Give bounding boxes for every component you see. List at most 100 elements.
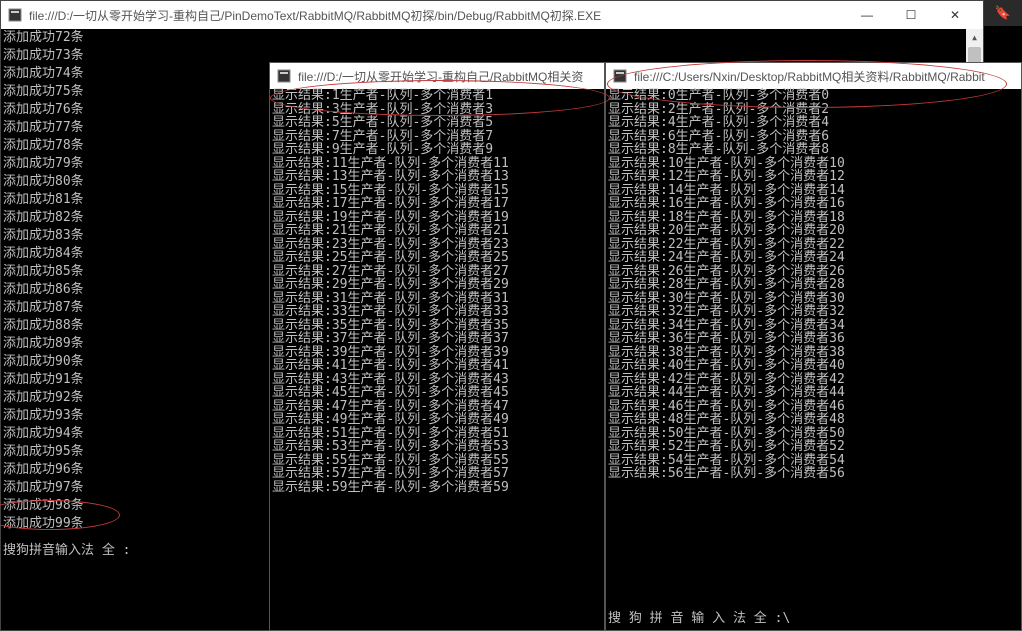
browser-side-toolbar: 🔖 [984, 0, 1022, 26]
console-line: 添加成功83条 [3, 227, 84, 245]
app-icon [612, 68, 628, 84]
console-line: 显示结果:35生产者-队列-多个消费者35 [272, 319, 509, 333]
console-line: 添加成功75条 [3, 83, 84, 101]
console-line: 显示结果:44生产者-队列-多个消费者44 [608, 386, 845, 400]
console-line: 显示结果:5生产者-队列-多个消费者5 [272, 116, 509, 130]
console-line: 显示结果:45生产者-队列-多个消费者45 [272, 386, 509, 400]
console-line: 添加成功99条 [3, 515, 84, 533]
console-line: 显示结果:13生产者-队列-多个消费者13 [272, 170, 509, 184]
console-line: 添加成功96条 [3, 461, 84, 479]
console-line: 显示结果:28生产者-队列-多个消费者28 [608, 278, 845, 292]
consumer-even-window: file:///C:/Users/Nxin/Desktop/RabbitMQ相关… [605, 62, 1022, 631]
console-line: 显示结果:0生产者-队列-多个消费者0 [608, 89, 845, 103]
console-line: 添加成功94条 [3, 425, 84, 443]
console-line: 添加成功90条 [3, 353, 84, 371]
console-line: 添加成功81条 [3, 191, 84, 209]
console-line: 显示结果:53生产者-队列-多个消费者53 [272, 440, 509, 454]
minimize-button[interactable]: — [845, 1, 889, 29]
console-line: 显示结果:41生产者-队列-多个消费者41 [272, 359, 509, 373]
console-line: 显示结果:38生产者-队列-多个消费者38 [608, 346, 845, 360]
console-line: 显示结果:37生产者-队列-多个消费者37 [272, 332, 509, 346]
console-line: 添加成功95条 [3, 443, 84, 461]
console-line: 显示结果:31生产者-队列-多个消费者31 [272, 292, 509, 306]
console-line: 显示结果:29生产者-队列-多个消费者29 [272, 278, 509, 292]
console-line: 添加成功77条 [3, 119, 84, 137]
console-line: 显示结果:16生产者-队列-多个消费者16 [608, 197, 845, 211]
producer-console-output: 添加成功72条添加成功73条添加成功74条添加成功75条添加成功76条添加成功7… [3, 29, 84, 533]
ime-status-left: 搜狗拼音输入法 全 : [3, 539, 130, 558]
console-line: 显示结果:32生产者-队列-多个消费者32 [608, 305, 845, 319]
console-line: 显示结果:46生产者-队列-多个消费者46 [608, 400, 845, 414]
console-line: 显示结果:14生产者-队列-多个消费者14 [608, 184, 845, 198]
console-line: 添加成功74条 [3, 65, 84, 83]
maximize-button[interactable]: ☐ [889, 1, 933, 29]
consumer-odd-titlebar[interactable]: file:///D:/一切从零开始学习-重构自己/RabbitMQ相关资 [270, 63, 604, 89]
console-line: 显示结果:39生产者-队列-多个消费者39 [272, 346, 509, 360]
console-line: 显示结果:48生产者-队列-多个消费者48 [608, 413, 845, 427]
console-line: 显示结果:3生产者-队列-多个消费者3 [272, 103, 509, 117]
console-line: 显示结果:23生产者-队列-多个消费者23 [272, 238, 509, 252]
console-line: 显示结果:33生产者-队列-多个消费者33 [272, 305, 509, 319]
close-button[interactable]: ✕ [933, 1, 977, 29]
console-line: 显示结果:17生产者-队列-多个消费者17 [272, 197, 509, 211]
console-line: 显示结果:56生产者-队列-多个消费者56 [608, 467, 845, 481]
consumer-odd-console-output: 显示结果:1生产者-队列-多个消费者1显示结果:3生产者-队列-多个消费者3显示… [272, 89, 509, 494]
console-line: 添加成功82条 [3, 209, 84, 227]
console-line: 添加成功79条 [3, 155, 84, 173]
console-line: 显示结果:18生产者-队列-多个消费者18 [608, 211, 845, 225]
app-icon [7, 7, 23, 23]
console-line: 显示结果:42生产者-队列-多个消费者42 [608, 373, 845, 387]
console-line: 显示结果:8生产者-队列-多个消费者8 [608, 143, 845, 157]
console-line: 显示结果:49生产者-队列-多个消费者49 [272, 413, 509, 427]
console-line: 添加成功87条 [3, 299, 84, 317]
console-line: 添加成功89条 [3, 335, 84, 353]
console-line: 显示结果:43生产者-队列-多个消费者43 [272, 373, 509, 387]
console-line: 显示结果:30生产者-队列-多个消费者30 [608, 292, 845, 306]
console-line: 添加成功84条 [3, 245, 84, 263]
console-line: 添加成功97条 [3, 479, 84, 497]
console-line: 添加成功92条 [3, 389, 84, 407]
console-line: 显示结果:54生产者-队列-多个消费者54 [608, 454, 845, 468]
console-line: 显示结果:57生产者-队列-多个消费者57 [272, 467, 509, 481]
bookmark-icon[interactable]: 🔖 [995, 6, 1011, 21]
consumer-odd-title: file:///D:/一切从零开始学习-重构自己/RabbitMQ相关资 [298, 68, 583, 85]
console-line: 显示结果:52生产者-队列-多个消费者52 [608, 440, 845, 454]
console-line: 显示结果:51生产者-队列-多个消费者51 [272, 427, 509, 441]
console-line: 显示结果:50生产者-队列-多个消费者50 [608, 427, 845, 441]
console-line: 显示结果:27生产者-队列-多个消费者27 [272, 265, 509, 279]
console-line: 显示结果:25生产者-队列-多个消费者25 [272, 251, 509, 265]
producer-titlebar[interactable]: file:///D:/一切从零开始学习-重构自己/PinDemoText/Rab… [1, 1, 983, 29]
console-line: 添加成功85条 [3, 263, 84, 281]
console-line: 添加成功76条 [3, 101, 84, 119]
console-line: 添加成功93条 [3, 407, 84, 425]
scroll-up-arrow[interactable]: ▲ [966, 29, 983, 46]
console-line: 显示结果:19生产者-队列-多个消费者19 [272, 211, 509, 225]
console-line: 添加成功73条 [3, 47, 84, 65]
console-line: 添加成功88条 [3, 317, 84, 335]
console-line: 显示结果:55生产者-队列-多个消费者55 [272, 454, 509, 468]
console-line: 添加成功78条 [3, 137, 84, 155]
window-controls: — ☐ ✕ [845, 1, 977, 29]
console-line: 显示结果:34生产者-队列-多个消费者34 [608, 319, 845, 333]
console-line: 显示结果:1生产者-队列-多个消费者1 [272, 89, 509, 103]
app-icon [276, 68, 292, 84]
consumer-even-titlebar[interactable]: file:///C:/Users/Nxin/Desktop/RabbitMQ相关… [606, 63, 1021, 89]
console-line: 添加成功86条 [3, 281, 84, 299]
console-line: 显示结果:47生产者-队列-多个消费者47 [272, 400, 509, 414]
console-line: 显示结果:6生产者-队列-多个消费者6 [608, 130, 845, 144]
console-line: 显示结果:9生产者-队列-多个消费者9 [272, 143, 509, 157]
console-line: 显示结果:36生产者-队列-多个消费者36 [608, 332, 845, 346]
consumer-odd-window: file:///D:/一切从零开始学习-重构自己/RabbitMQ相关资 显示结… [269, 62, 605, 631]
console-line: 显示结果:24生产者-队列-多个消费者24 [608, 251, 845, 265]
consumer-even-title: file:///C:/Users/Nxin/Desktop/RabbitMQ相关… [634, 68, 985, 85]
console-line: 显示结果:26生产者-队列-多个消费者26 [608, 265, 845, 279]
console-line: 显示结果:4生产者-队列-多个消费者4 [608, 116, 845, 130]
console-line: 显示结果:10生产者-队列-多个消费者10 [608, 157, 845, 171]
console-line: 显示结果:20生产者-队列-多个消费者20 [608, 224, 845, 238]
console-line: 显示结果:15生产者-队列-多个消费者15 [272, 184, 509, 198]
console-line: 显示结果:59生产者-队列-多个消费者59 [272, 481, 509, 495]
console-line: 添加成功91条 [3, 371, 84, 389]
console-line: 显示结果:2生产者-队列-多个消费者2 [608, 103, 845, 117]
console-line: 添加成功98条 [3, 497, 84, 515]
console-line: 显示结果:11生产者-队列-多个消费者11 [272, 157, 509, 171]
